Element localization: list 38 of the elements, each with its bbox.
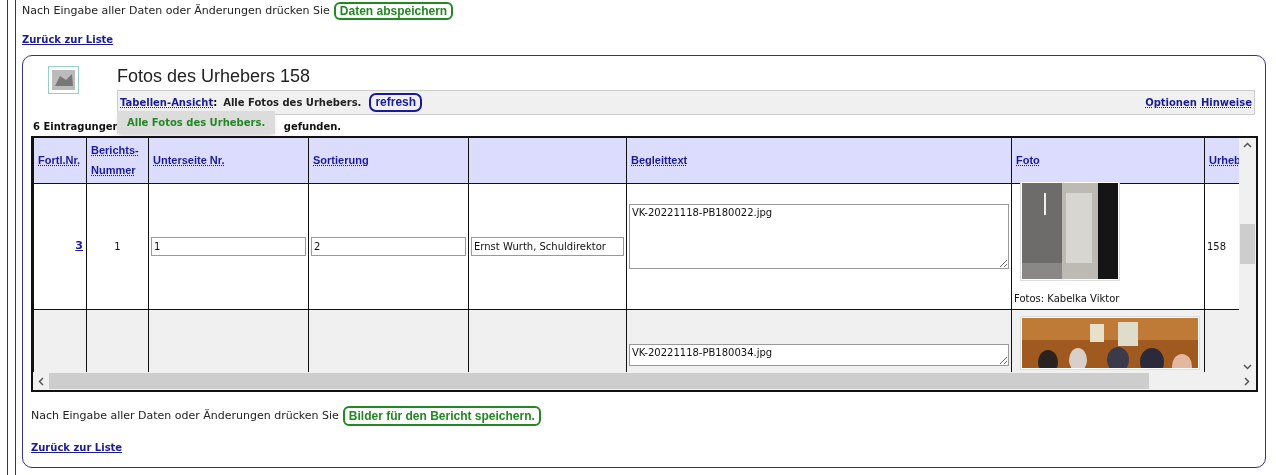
column-header[interactable]: Urheb	[1209, 154, 1241, 166]
column-header[interactable]: Begleittext	[631, 154, 688, 166]
column-header[interactable]: Unterseite Nr.	[153, 154, 225, 166]
back-link[interactable]: Zurück zur Liste	[31, 440, 123, 455]
column-header[interactable]: Sortierung	[313, 154, 369, 166]
text-area[interactable]: VK-20221118-PB180022.jpg	[629, 203, 1009, 269]
image-icon	[48, 66, 79, 94]
refresh-button[interactable]: refresh	[369, 93, 423, 112]
nav-link[interactable]: Hinweise	[1200, 95, 1252, 110]
scrollbar-thumb[interactable]	[49, 373, 1149, 389]
photo-caption: Fotos: Kabelka Viktor	[1014, 291, 1121, 306]
save-button[interactable]: Daten abspeichern	[333, 2, 454, 20]
table-cell-text: 1	[113, 239, 122, 254]
scroll-right-icon[interactable]	[1243, 376, 1250, 386]
input-field[interactable]: Ernst Wurth, Schuldirektor	[471, 236, 624, 256]
count-text: 6 Eintragungen	[33, 119, 120, 134]
table-cell-text: 158	[1207, 239, 1228, 254]
view-label: Alle Fotos des Urhebers.	[223, 96, 362, 110]
panel-title: Fotos des Urhebers 158	[117, 65, 312, 88]
row-link[interactable]: 3	[36, 237, 84, 255]
count-text: gefunden.	[283, 119, 342, 134]
nav-link[interactable]: Optionen	[1145, 95, 1197, 110]
scrollbar-thumb[interactable]	[1240, 224, 1255, 264]
save-button[interactable]: Bilder für den Bericht speichern.	[342, 406, 541, 426]
input-field[interactable]: 2	[311, 236, 466, 256]
vertical-scrollbar[interactable]	[1239, 138, 1256, 374]
notice-text: Nach Eingabe aller Daten oder Änderungen drücken Sie	[22, 2, 330, 19]
column-header[interactable]: Foto	[1016, 154, 1040, 166]
text-area[interactable]: VK-20221118-PB180034.jpg	[629, 343, 1009, 366]
input-field[interactable]: 1	[151, 236, 306, 256]
notice-text: Nach Eingabe aller Daten oder Änderungen drücken Sie	[31, 407, 339, 424]
back-link[interactable]: Zurück zur Liste	[22, 32, 114, 47]
scroll-down-icon[interactable]	[1243, 364, 1252, 370]
scroll-up-icon[interactable]	[1243, 142, 1252, 148]
column-header[interactable]: Berichts-Nummer	[91, 140, 144, 181]
scroll-left-icon[interactable]	[38, 376, 44, 386]
column-header[interactable]: Fortl.Nr.	[38, 154, 81, 166]
colon-text: :	[213, 96, 218, 110]
